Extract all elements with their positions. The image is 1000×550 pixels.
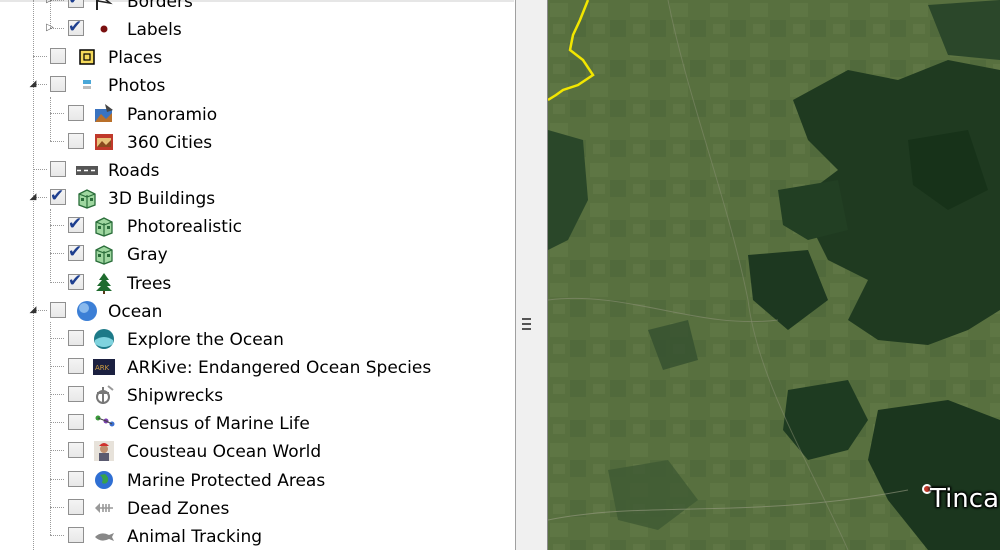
layer-label[interactable]: Photorealistic <box>127 217 242 237</box>
360-cities-icon <box>93 131 115 153</box>
expand-arrow-icon[interactable]: ▷ <box>45 22 55 34</box>
layer-checkbox[interactable] <box>50 160 66 177</box>
checkmark-icon: ✔ <box>68 0 82 9</box>
layer-label[interactable]: Labels <box>127 20 182 40</box>
shipwreck-icon <box>93 384 115 406</box>
tree-icon <box>93 272 115 294</box>
panel-splitter[interactable] <box>516 0 548 550</box>
splitter-grip-icon[interactable] <box>522 318 531 330</box>
layer-row-marine-protected-areas[interactable]: Marine Protected Areas <box>0 467 516 493</box>
marine-protected-icon <box>93 469 115 491</box>
layer-checkbox[interactable]: ✔ <box>68 242 84 263</box>
layer-row-shipwrecks[interactable]: Shipwrecks <box>0 382 516 408</box>
layer-label[interactable]: Roads <box>108 161 160 181</box>
layer-label[interactable]: Marine Protected Areas <box>127 471 325 491</box>
collapse-arrow-icon[interactable]: ◢ <box>28 78 38 90</box>
layer-label[interactable]: Dead Zones <box>127 499 229 519</box>
layer-checkbox[interactable]: ✔ <box>68 17 84 38</box>
layer-checkbox[interactable] <box>68 386 84 403</box>
layer-checkbox[interactable] <box>50 76 66 93</box>
layer-label[interactable]: Animal Tracking <box>127 527 262 547</box>
layer-label[interactable]: Ocean <box>108 302 162 322</box>
layer-row-borders[interactable]: ▷ ✔ Borders <box>0 0 516 14</box>
borders-flag-icon <box>93 0 115 12</box>
places-icon <box>76 46 98 68</box>
layer-row-labels[interactable]: ▷ ✔ Labels <box>0 16 516 42</box>
checkmark-icon: ✔ <box>68 17 83 38</box>
layer-checkbox[interactable]: ✔ <box>50 186 66 207</box>
satellite-imagery[interactable] <box>548 0 1000 550</box>
layer-checkbox[interactable] <box>68 132 84 149</box>
layer-row-dead-zones[interactable]: Dead Zones <box>0 495 516 521</box>
layer-row-arkive-endangered-ocean-species[interactable]: ARK ARKive: Endangered Ocean Species <box>0 354 516 380</box>
layer-label[interactable]: 3D Buildings <box>108 189 215 209</box>
layer-label[interactable]: Panoramio <box>127 105 217 125</box>
map-view[interactable]: Tinca <box>548 0 1000 550</box>
layer-label[interactable]: Places <box>108 48 162 68</box>
layer-row-cousteau-ocean-world[interactable]: Cousteau Ocean World <box>0 438 516 464</box>
layer-row-census-of-marine-life[interactable]: Census of Marine Life <box>0 410 516 436</box>
layer-row-explore-the-ocean[interactable]: Explore the Ocean <box>0 326 516 352</box>
building-icon <box>93 215 115 237</box>
layer-row-gray[interactable]: ✔ Gray <box>0 241 516 267</box>
layer-row-places[interactable]: Places <box>0 44 516 70</box>
layer-checkbox[interactable] <box>50 48 66 65</box>
dead-zones-icon <box>93 497 115 519</box>
layer-row-photos[interactable]: ◢ Photos <box>0 72 516 98</box>
layer-checkbox[interactable] <box>68 414 84 431</box>
layer-label[interactable]: Borders <box>127 0 193 12</box>
layer-checkbox[interactable] <box>68 470 84 487</box>
layer-label[interactable]: Trees <box>127 274 171 294</box>
layer-row-photorealistic[interactable]: ✔ Photorealistic <box>0 213 516 239</box>
layer-row-ocean[interactable]: ◢ Ocean <box>0 298 516 324</box>
arkive-icon: ARK <box>93 356 115 378</box>
layer-label[interactable]: Cousteau Ocean World <box>127 442 321 462</box>
layer-row-3d-buildings[interactable]: ◢ ✔ 3D Buildings <box>0 185 516 211</box>
layer-row-roads[interactable]: Roads <box>0 157 516 183</box>
layer-row-360-cities[interactable]: 360 Cities <box>0 129 516 155</box>
layer-label[interactable]: Census of Marine Life <box>127 414 310 434</box>
layer-label[interactable]: Shipwrecks <box>127 386 223 406</box>
layer-row-animal-tracking[interactable]: Animal Tracking <box>0 523 516 549</box>
layer-checkbox[interactable] <box>68 329 84 346</box>
layer-checkbox[interactable] <box>68 498 84 515</box>
place-label-tinca[interactable]: Tinca <box>930 484 999 514</box>
layer-row-panoramio[interactable]: Panoramio <box>0 101 516 127</box>
svg-text:ARK: ARK <box>95 364 110 372</box>
3d-buildings-icon <box>76 187 98 209</box>
layer-checkbox[interactable] <box>68 104 84 121</box>
layer-label[interactable]: Gray <box>127 245 168 265</box>
cousteau-icon <box>93 440 115 462</box>
explore-ocean-icon <box>93 328 115 350</box>
ocean-globe-icon <box>76 300 98 322</box>
layers-panel: ▷ ✔ Borders ▷ ✔ Labels Places ◢ Photos Panoramio 3… <box>0 0 516 550</box>
layer-label[interactable]: Explore the Ocean <box>127 330 284 350</box>
layer-checkbox[interactable] <box>68 442 84 459</box>
roads-icon <box>76 159 98 181</box>
layer-checkbox[interactable]: ✔ <box>68 214 84 235</box>
animal-tracking-icon <box>93 525 115 547</box>
layer-checkbox[interactable] <box>50 301 66 318</box>
checkmark-icon: ✔ <box>68 270 83 291</box>
layer-checkbox[interactable] <box>68 526 84 543</box>
expand-arrow-icon[interactable]: ▷ <box>45 0 55 6</box>
layer-row-trees[interactable]: ✔ Trees <box>0 270 516 296</box>
layer-label[interactable]: ARKive: Endangered Ocean Species <box>127 358 431 378</box>
checkmark-icon: ✔ <box>68 242 83 263</box>
census-marine-icon <box>93 412 115 434</box>
collapse-arrow-icon[interactable]: ◢ <box>28 304 38 316</box>
layer-label[interactable]: 360 Cities <box>127 133 212 153</box>
labels-dot-icon <box>93 18 115 40</box>
collapse-arrow-icon[interactable]: ◢ <box>28 191 38 203</box>
layer-checkbox[interactable] <box>68 357 84 374</box>
layer-checkbox[interactable]: ✔ <box>68 0 84 9</box>
layer-label[interactable]: Photos <box>108 76 165 96</box>
checkmark-icon: ✔ <box>50 186 65 207</box>
photos-icon <box>76 74 98 96</box>
panoramio-icon <box>93 103 115 125</box>
building-icon <box>93 243 115 266</box>
layer-checkbox[interactable]: ✔ <box>68 270 84 291</box>
checkmark-icon: ✔ <box>68 214 83 235</box>
